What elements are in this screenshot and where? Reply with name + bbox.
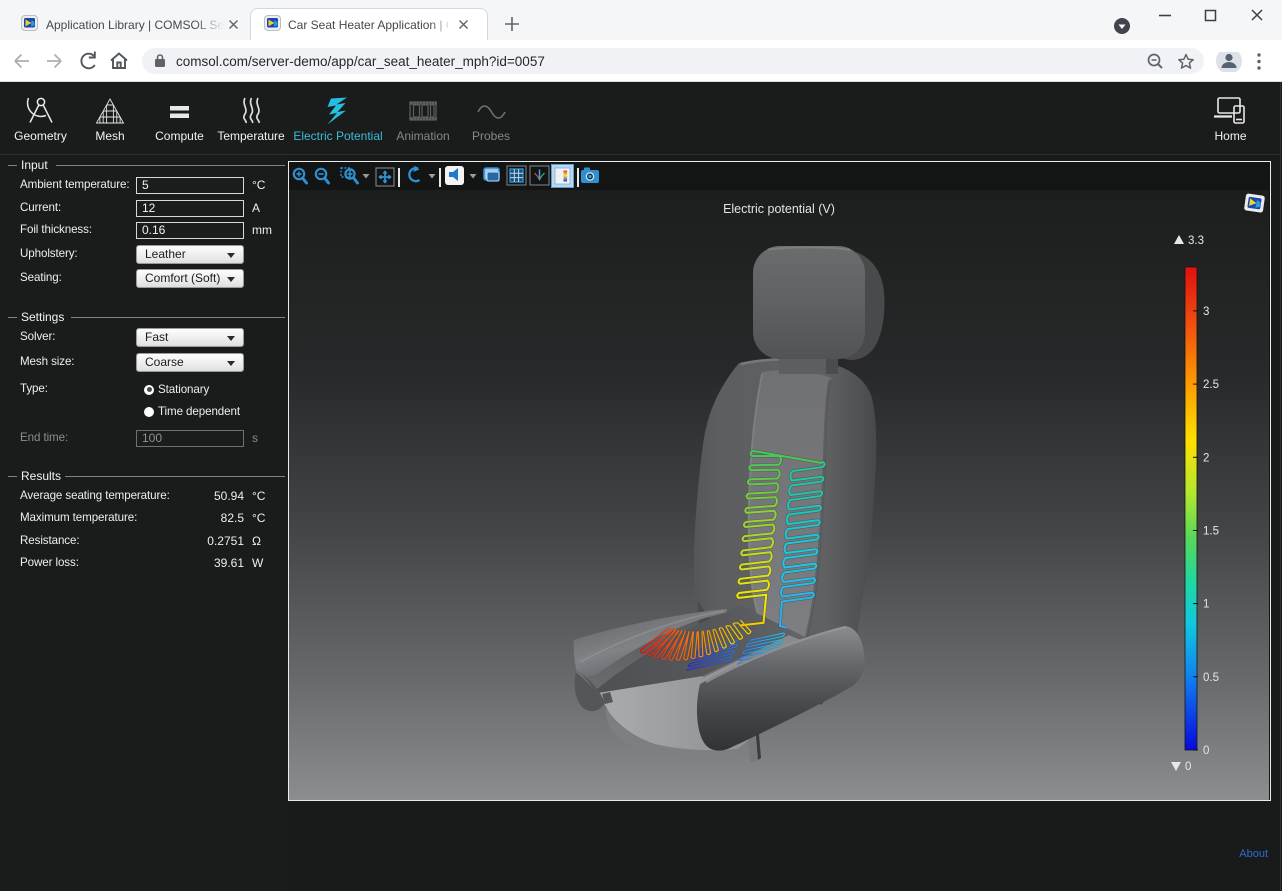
- svg-text:0: 0: [1185, 761, 1191, 773]
- svg-text:1: 1: [1203, 599, 1209, 611]
- svg-text:3: 3: [1203, 306, 1209, 318]
- svg-text:Electric potential (V): Electric potential (V): [723, 202, 835, 216]
- svg-text:2.5: 2.5: [1203, 379, 1219, 391]
- svg-text:0.5: 0.5: [1203, 672, 1219, 684]
- svg-text:1.5: 1.5: [1203, 526, 1219, 538]
- svg-text:0: 0: [1203, 745, 1209, 757]
- svg-text:2: 2: [1203, 452, 1209, 464]
- svg-text:3.3: 3.3: [1188, 235, 1204, 247]
